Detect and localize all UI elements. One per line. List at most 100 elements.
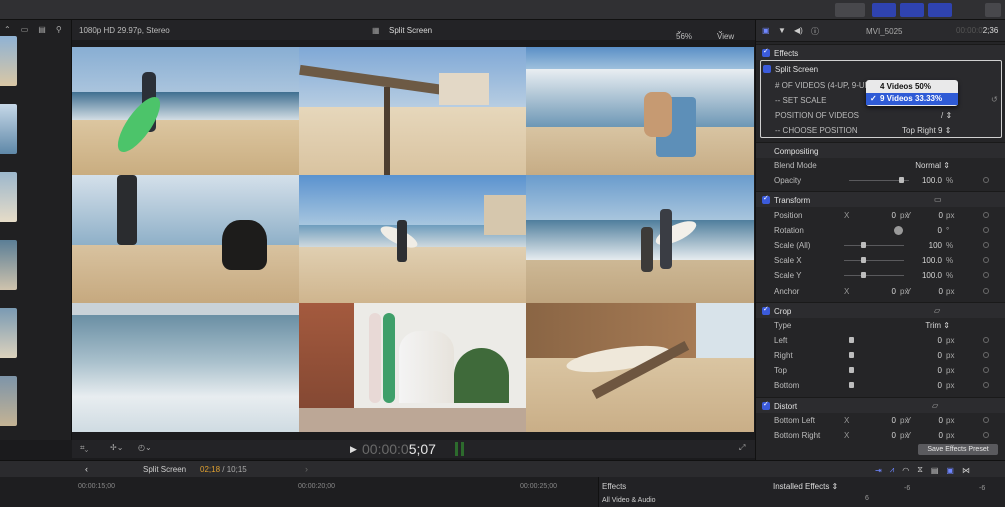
share-icon[interactable] xyxy=(985,3,1001,17)
keyframe-button[interactable] xyxy=(983,257,989,263)
position-y-field[interactable]: 0 xyxy=(913,211,943,220)
speed-menu-icon[interactable]: ◴⌄ xyxy=(138,443,152,452)
crop-right-value[interactable]: 0 xyxy=(906,351,942,360)
audio-icon[interactable]: ◀) xyxy=(794,26,803,35)
clip-thumbnail[interactable] xyxy=(0,376,17,426)
keyframe-button[interactable] xyxy=(983,337,989,343)
crop-bottom-value[interactable]: 0 xyxy=(906,381,942,390)
transitions-browser-icon[interactable]: ⋈ xyxy=(962,466,970,475)
video-grid[interactable] xyxy=(72,47,754,432)
zoom-menu[interactable]: 56% ⌄ xyxy=(676,26,692,41)
dropdown-option-4-videos[interactable]: 4 Videos 50% xyxy=(866,81,958,93)
effects-section-header[interactable]: Effects xyxy=(756,44,1005,60)
skimming-icon[interactable]: ⇥ xyxy=(875,466,882,475)
inspector-toggle-button[interactable] xyxy=(928,3,952,17)
installed-effects-popup[interactable]: Installed Effects ⇕ xyxy=(773,482,838,491)
scale-all-value[interactable]: 100 xyxy=(906,241,942,250)
save-effects-preset-button[interactable]: Save Effects Preset xyxy=(918,444,998,455)
bottom-right-x[interactable]: 0 xyxy=(860,431,896,440)
position-videos-value[interactable]: / ⇕ xyxy=(941,111,952,120)
keyframe-button[interactable] xyxy=(983,288,989,294)
transform-section-header[interactable]: Transform ▭ xyxy=(756,191,1005,207)
keyframe-button[interactable] xyxy=(983,212,989,218)
crop-type-popup[interactable]: Trim ⇕ xyxy=(916,321,950,330)
crop-right-slider[interactable] xyxy=(849,352,854,358)
opacity-value[interactable]: 100.0 xyxy=(906,176,942,185)
browser-toggle-button[interactable] xyxy=(872,3,896,17)
timeline-ruler[interactable]: 00:00:15;00 00:00:20;00 00:00:25;00 xyxy=(0,477,598,507)
keyframe-button[interactable] xyxy=(983,417,989,423)
crop-bottom-slider[interactable] xyxy=(849,382,854,388)
keyframe-button[interactable] xyxy=(983,227,989,233)
solo-icon[interactable]: ◠ xyxy=(902,466,909,475)
clip-appearance-icon[interactable]: ▤ xyxy=(931,466,939,475)
crop-left-value[interactable]: 0 xyxy=(906,336,942,345)
clip-thumbnail[interactable] xyxy=(0,104,17,154)
anchor-x-field[interactable]: 0 xyxy=(860,287,896,296)
dropdown-option-9-videos[interactable]: ✓ 9 Videos 33.33% xyxy=(866,93,958,105)
bottom-left-y[interactable]: 0 xyxy=(913,416,943,425)
crop-top-slider[interactable] xyxy=(849,367,854,373)
distort-checkbox[interactable] xyxy=(762,400,770,410)
effects-browser-icon[interactable]: ▣ xyxy=(946,466,954,475)
scale-x-slider[interactable] xyxy=(861,257,866,263)
clip-thumbnail[interactable] xyxy=(0,172,17,222)
distort-section-header[interactable]: Distort ▱ xyxy=(756,397,1005,413)
transform-checkbox[interactable] xyxy=(762,194,770,204)
rotation-dial[interactable] xyxy=(894,226,903,235)
search-icon[interactable]: ⚲ xyxy=(56,25,62,34)
category-all-video-audio[interactable]: All Video & Audio xyxy=(602,497,656,504)
clip-thumbnail[interactable] xyxy=(0,308,17,358)
keyframe-button[interactable] xyxy=(983,432,989,438)
info-icon[interactable]: ⓘ xyxy=(811,26,819,37)
tool-menu-icon[interactable]: ✢⌄ xyxy=(110,443,123,452)
scale-y-value[interactable]: 100.0 xyxy=(906,271,942,280)
clip-appearance-icon[interactable]: ⌃ xyxy=(4,25,11,34)
back-arrow-icon[interactable]: ‹ xyxy=(85,464,88,474)
list-view-icon[interactable]: ▤ xyxy=(38,25,46,34)
forward-arrow-icon[interactable]: › xyxy=(305,464,308,474)
compositing-section-header[interactable]: Compositing xyxy=(756,142,1005,158)
keyframe-button[interactable] xyxy=(983,242,989,248)
timecode-display[interactable]: 00:00:05;07 xyxy=(362,441,436,457)
choose-position-popup[interactable]: Top Right 9 ⇕ xyxy=(902,126,951,135)
transform-menu-icon[interactable]: ⌗⌄ xyxy=(80,443,88,453)
reset-icon[interactable]: ↺ xyxy=(991,95,998,104)
filmstrip-icon[interactable]: ▭ xyxy=(21,25,29,34)
onscreen-controls-icon[interactable]: ▭ xyxy=(934,195,942,204)
crop-left-slider[interactable] xyxy=(849,337,854,343)
timeline-toggle-button[interactable] xyxy=(900,3,924,17)
view-menu[interactable]: View ⌄ xyxy=(717,26,734,41)
keyframe-button[interactable] xyxy=(983,367,989,373)
crop-controls-icon[interactable]: ▱ xyxy=(934,306,940,315)
anchor-y-field[interactable]: 0 xyxy=(913,287,943,296)
fullscreen-icon[interactable]: ⤢ xyxy=(739,443,745,453)
effects-checkbox[interactable] xyxy=(762,47,770,57)
play-button[interactable]: ▶ xyxy=(350,444,357,455)
keyframe-button[interactable] xyxy=(983,177,989,183)
bottom-left-x[interactable]: 0 xyxy=(860,416,896,425)
blend-mode-popup[interactable]: Normal ⇕ xyxy=(914,161,950,170)
scale-slider[interactable] xyxy=(861,242,866,248)
filter-icon[interactable]: ▼ xyxy=(778,26,786,35)
opacity-slider[interactable] xyxy=(899,177,904,183)
distort-controls-icon[interactable]: ▱ xyxy=(932,401,938,410)
rotation-value[interactable]: 0 xyxy=(906,226,942,235)
audio-skimming-icon[interactable]: ⩘ xyxy=(890,465,895,475)
keyframe-button[interactable] xyxy=(983,352,989,358)
crop-section-header[interactable]: Crop ▱ xyxy=(756,302,1005,318)
clip-thumbnail[interactable] xyxy=(0,36,17,86)
split-screen-checkbox[interactable] xyxy=(763,65,771,73)
snapping-icon[interactable]: ⧖ xyxy=(917,465,923,475)
bottom-right-y[interactable]: 0 xyxy=(913,431,943,440)
crop-checkbox[interactable] xyxy=(762,305,770,315)
scale-y-slider[interactable] xyxy=(861,272,866,278)
num-videos-dropdown[interactable]: 4 Videos 50% ✓ 9 Videos 33.33% xyxy=(866,80,958,106)
video-inspector-icon[interactable]: ▣ xyxy=(762,26,770,35)
keyframe-button[interactable] xyxy=(983,382,989,388)
clip-thumbnail[interactable] xyxy=(0,240,17,290)
scale-x-value[interactable]: 100.0 xyxy=(906,256,942,265)
crop-top-value[interactable]: 0 xyxy=(906,366,942,375)
workspace-button[interactable] xyxy=(835,3,865,17)
keyframe-button[interactable] xyxy=(983,272,989,278)
